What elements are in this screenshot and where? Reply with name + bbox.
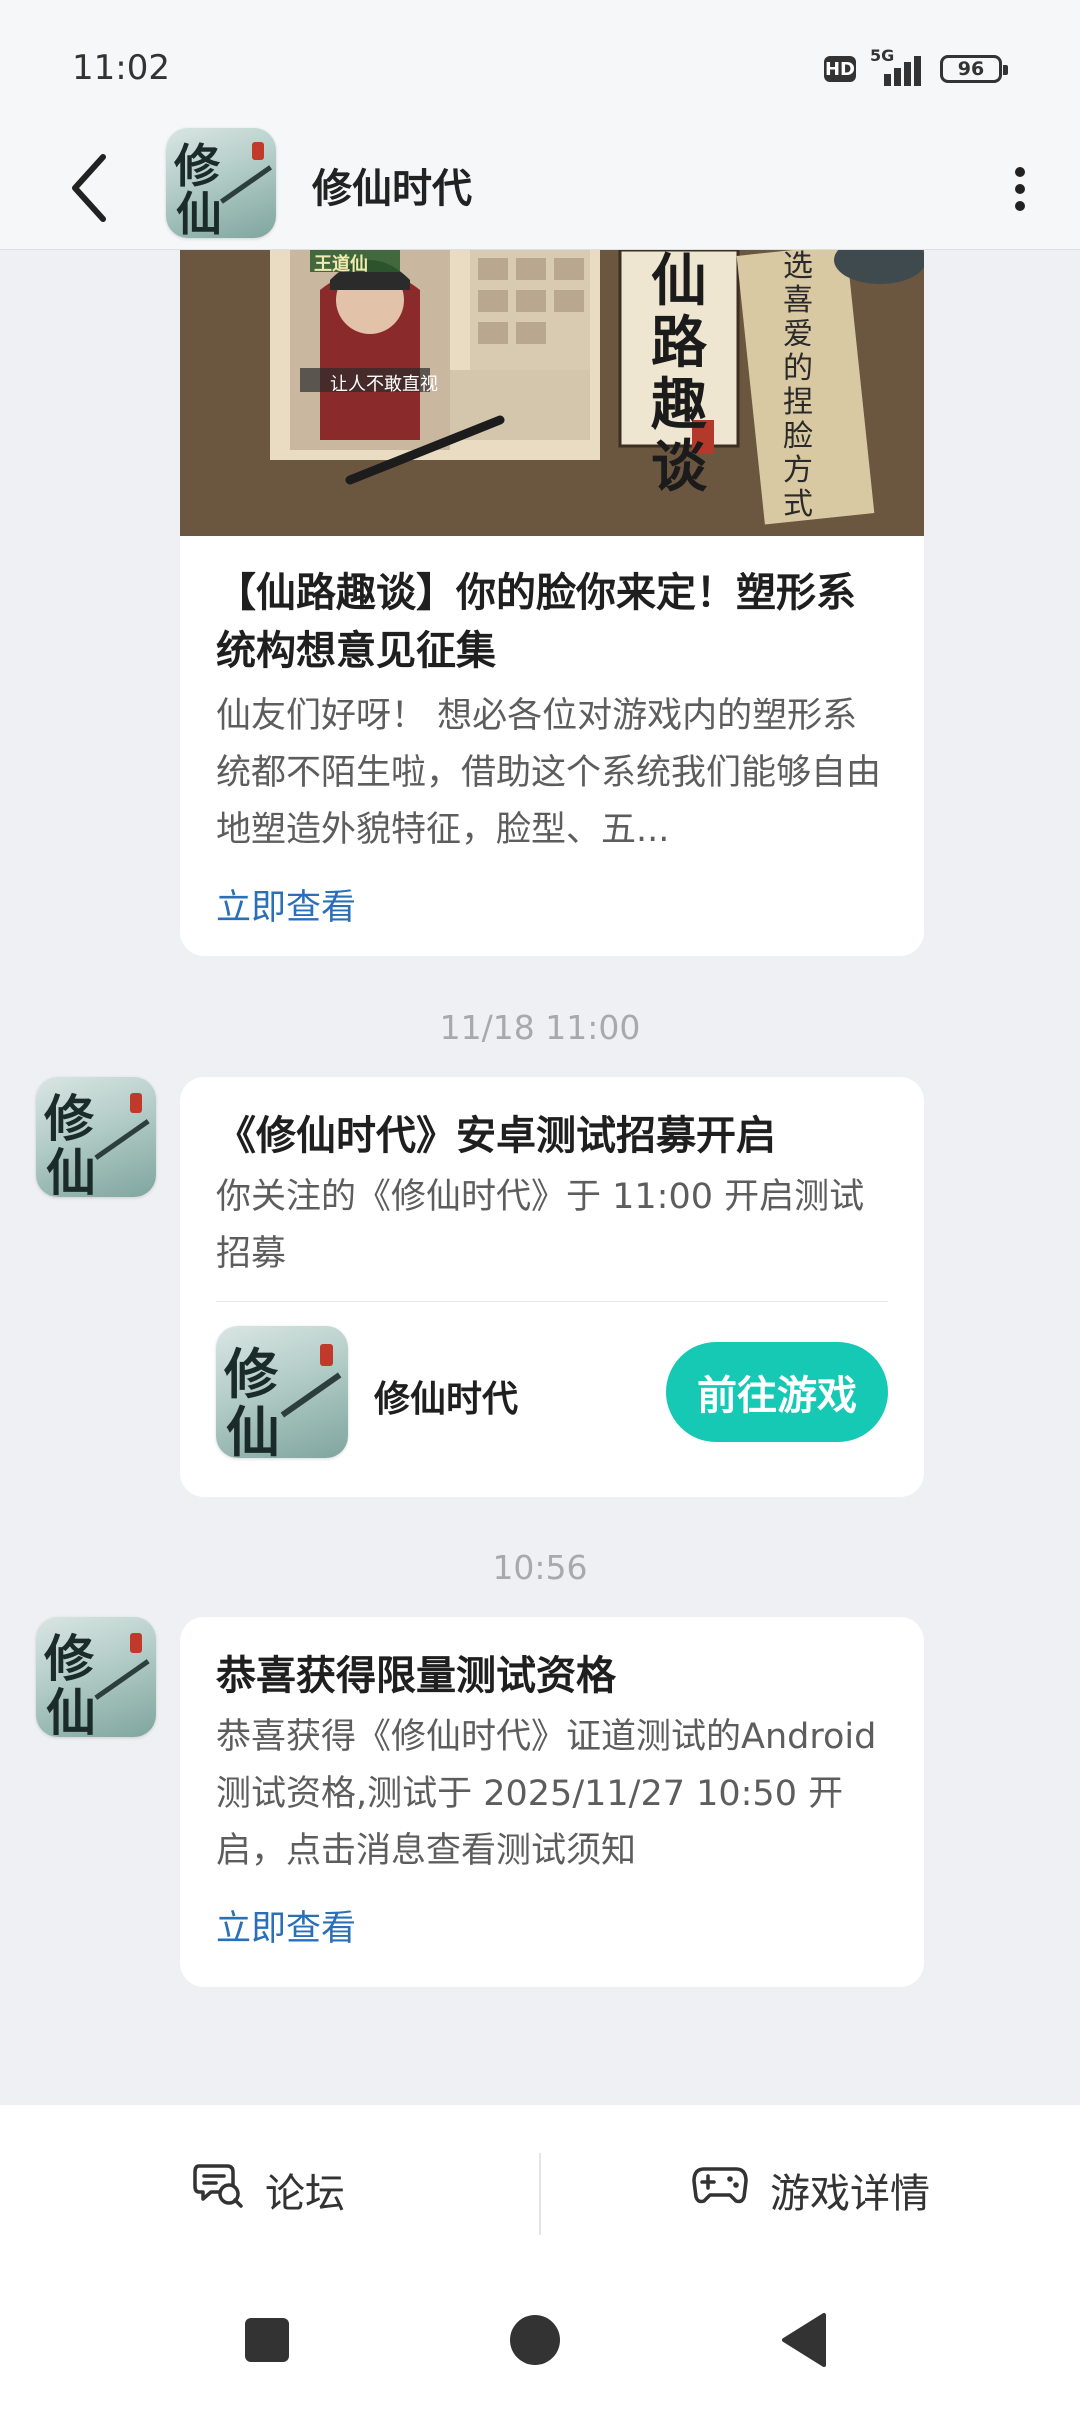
status-icons: HD 5G 96 [824,46,1008,86]
tab-game-details[interactable]: 游戏详情 [542,2105,1080,2275]
game-icon[interactable]: 修 仙 [216,1326,348,1458]
tab-label: 游戏详情 [770,2171,930,2217]
tab-label: 论坛 [265,2171,345,2217]
back-arrow-icon[interactable] [64,148,114,228]
signal-icon: 5G [870,46,926,86]
header-avatar[interactable]: 修 仙 [166,128,276,238]
more-options-icon[interactable] [1000,154,1040,224]
chat-header: 修 仙 修仙时代 [0,128,1080,250]
banner-image[interactable]: 仙路趣谈 选喜爱的捏脸方式 王道仙 让人不敢直视 [180,250,924,536]
banner-vertical-caption: 选喜爱的捏脸方式 [783,250,813,522]
hd-icon: HD [824,56,856,82]
game-name: 修仙时代 [374,1379,519,1420]
message-feed[interactable]: 仙路趣谈 选喜爱的捏脸方式 王道仙 让人不敢直视 【仙路趣谈】你的脸你来定！塑形… [0,250,1080,2105]
recent-apps-icon[interactable] [232,2305,302,2375]
banner-caption: 让人不敢直视 [330,374,438,395]
tab-divider [539,2153,541,2235]
view-now-link[interactable]: 立即查看 [216,879,888,930]
status-time: 11:02 [72,48,170,88]
message-card[interactable]: 《修仙时代》安卓测试招募开启 你关注的《修仙时代》于 11:00 开启测试招募 … [180,1077,924,1497]
network-type: 5G [870,46,895,65]
banner-vertical-title: 仙路趣谈 [651,250,707,500]
card-body: 仙友们好呀！ 想必各位对游戏内的塑形系统都不陌生啦，借助这个系统我们能够自由地塑… [216,696,882,850]
game-link-row[interactable]: 修 仙 修仙时代 前往游戏 [216,1301,888,1492]
back-triangle-icon[interactable] [770,2305,840,2375]
sender-avatar[interactable]: 修 仙 [36,1077,156,1197]
sender-avatar[interactable]: 修 仙 [36,1617,156,1737]
message-timestamp: 11/18 11:00 [439,1008,641,1047]
card-title: 【仙路趣谈】你的脸你来定！塑形系统构想意见征集 [216,570,856,674]
bottom-tab-bar: 论坛 游戏详情 [0,2105,1080,2275]
forum-icon [193,2162,243,2218]
status-bar: 11:02 HD 5G 96 [0,0,1080,128]
home-icon[interactable] [500,2305,570,2375]
message-timestamp: 10:56 [492,1548,588,1587]
battery-icon: 96 [940,55,1008,83]
go-to-game-button[interactable]: 前往游戏 [666,1342,888,1442]
card-title: 《修仙时代》安卓测试招募开启 [216,1113,776,1159]
system-navigation-bar [0,2275,1080,2412]
view-now-link[interactable]: 立即查看 [216,1900,888,1951]
message-card[interactable]: 仙路趣谈 选喜爱的捏脸方式 王道仙 让人不敢直视 【仙路趣谈】你的脸你来定！塑形… [180,250,924,956]
banner-tag: 王道仙 [314,254,368,275]
header-title: 修仙时代 [312,166,472,212]
card-body: 你关注的《修仙时代》于 11:00 开启测试招募 [216,1177,865,1274]
card-title: 恭喜获得限量测试资格 [216,1653,616,1699]
battery-level: 96 [957,58,985,80]
card-body: 恭喜获得《修仙时代》证道测试的Android测试资格,测试于 2025/11/2… [216,1717,877,1871]
tab-forum[interactable]: 论坛 [0,2105,538,2275]
message-card[interactable]: 恭喜获得限量测试资格 恭喜获得《修仙时代》证道测试的Android测试资格,测试… [180,1617,924,1987]
gamepad-icon [692,2165,748,2215]
